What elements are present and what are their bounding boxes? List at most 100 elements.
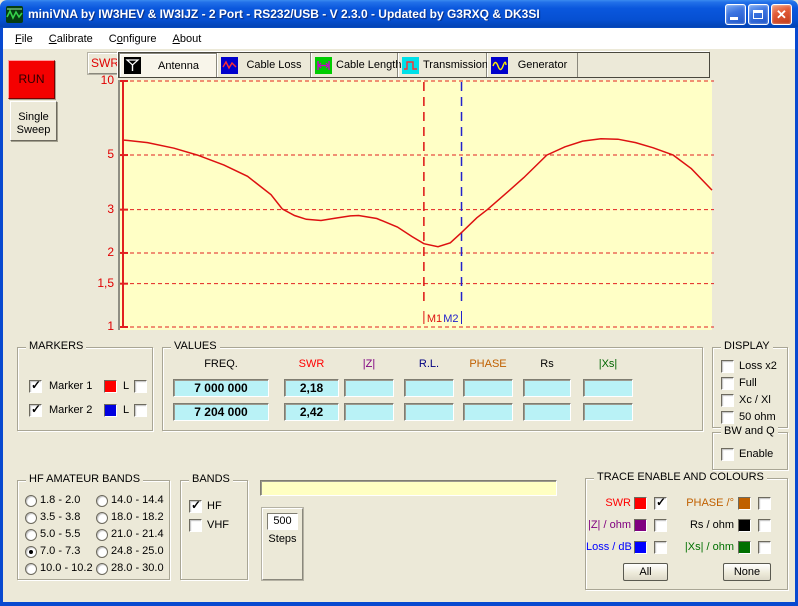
trace-color-swatch[interactable]	[634, 541, 647, 554]
band-vhf-label: VHF	[207, 519, 229, 531]
values-column-header: R.L.	[404, 358, 454, 370]
marker-1-color-swatch[interactable]	[104, 380, 117, 393]
app-window: miniVNA by IW3HEV & IW3IJZ - 2 Port - RS…	[0, 0, 798, 606]
marker-2-l-checkbox[interactable]	[134, 404, 147, 417]
trace-left-label: Loss / dB	[586, 541, 631, 553]
trace-color-swatch[interactable]	[634, 497, 647, 510]
menu-item-configure[interactable]: Configure	[101, 31, 165, 47]
check-icon: ✓	[656, 495, 666, 509]
markers-panel: MARKERS ✓Marker 1L✓Marker 2L	[17, 347, 153, 431]
antenna-icon	[124, 57, 141, 74]
steps-input[interactable]: 500	[267, 513, 298, 530]
value-field-row2-col2[interactable]: 2,42	[284, 403, 339, 421]
value-field-row2-col5[interactable]	[463, 403, 513, 421]
tab-antenna[interactable]: Antenna	[119, 53, 217, 77]
value-field-row1-col7[interactable]	[583, 379, 633, 397]
frequency-range-field[interactable]	[260, 480, 557, 496]
band-hf-checkbox[interactable]: ✓	[189, 500, 202, 513]
tab-transmission[interactable]: Transmission	[398, 53, 487, 77]
y-axis-badge: SWR	[88, 53, 122, 74]
value-field-row2-col7[interactable]	[583, 403, 633, 421]
trace-rs-ohm-checkbox[interactable]	[758, 519, 771, 532]
value-field-row1-col3[interactable]	[344, 379, 394, 397]
value-field-row1-col1[interactable]: 7 000 000	[173, 379, 269, 397]
tab-cable-length[interactable]: Cable Length	[311, 53, 398, 77]
hf-band-label: 5.0 - 5.5	[40, 528, 80, 540]
marker-2-checkbox[interactable]: ✓	[29, 404, 42, 417]
trace-swr-checkbox[interactable]: ✓	[654, 497, 667, 510]
hf-band-label: 1.8 - 2.0	[40, 494, 80, 506]
hf-band-10.0-10.2-radio[interactable]	[25, 563, 37, 575]
minimize-button[interactable]	[725, 4, 746, 25]
y-axis-labels: 105321,51	[86, 80, 114, 330]
value-field-row1-col2[interactable]: 2,18	[284, 379, 339, 397]
trace-left-label: |Z| / ohm	[586, 519, 631, 531]
value-field-row2-col3[interactable]	[344, 403, 394, 421]
value-field-row2-col4[interactable]	[404, 403, 454, 421]
marker-2-label: Marker 2	[49, 404, 92, 416]
display-50-ohm-checkbox[interactable]	[721, 411, 734, 424]
values-column-header: Rs	[523, 358, 571, 370]
bwq-enable-checkbox[interactable]	[721, 448, 734, 461]
run-button[interactable]: RUN	[8, 60, 55, 99]
minimize-icon	[730, 17, 738, 20]
trace-color-swatch[interactable]	[738, 541, 751, 554]
single-sweep-button[interactable]: Single Sweep	[10, 101, 57, 141]
menu-item-calibrate[interactable]: Calibrate	[41, 31, 101, 47]
tab-label: Transmission	[419, 59, 492, 71]
hf-band-21.0-21.4-radio[interactable]	[96, 529, 108, 541]
display-full-checkbox[interactable]	[721, 377, 734, 390]
band-vhf-checkbox[interactable]	[189, 519, 202, 532]
trace--z-ohm-checkbox[interactable]	[654, 519, 667, 532]
values-column-header: SWR	[284, 358, 339, 370]
trace-color-swatch[interactable]	[634, 519, 647, 532]
close-icon: ✕	[772, 6, 791, 23]
swr-chart[interactable]: M1M2	[118, 80, 712, 330]
hf-band-28.0-30.0-radio[interactable]	[96, 563, 108, 575]
hf-band-label: 24.8 - 25.0	[111, 545, 164, 557]
hf-band-1.8-2.0-radio[interactable]	[25, 495, 37, 507]
display-loss-x2-checkbox[interactable]	[721, 360, 734, 373]
window-controls: ✕	[725, 4, 792, 25]
value-field-row1-col4[interactable]	[404, 379, 454, 397]
value-field-row1-col5[interactable]	[463, 379, 513, 397]
bwq-enable-label: Enable	[739, 448, 773, 460]
trace-phase--checkbox[interactable]	[758, 497, 771, 510]
marker-1-checkbox[interactable]: ✓	[29, 380, 42, 393]
transmission-icon	[402, 57, 419, 74]
hf-band-3.5-3.8-radio[interactable]	[25, 512, 37, 524]
tab-cable-loss[interactable]: Cable Loss	[217, 53, 311, 77]
maximize-button[interactable]	[748, 4, 769, 25]
marker-2-color-swatch[interactable]	[104, 404, 117, 417]
trace-color-swatch[interactable]	[738, 519, 751, 532]
hf-band-label: 21.0 - 21.4	[111, 528, 164, 540]
trace-none-button[interactable]: None	[723, 563, 771, 581]
hf-band-7.0-7.3-radio[interactable]	[25, 546, 37, 558]
hf-band-18.0-18.2-radio[interactable]	[96, 512, 108, 524]
menu-item-about[interactable]: About	[165, 31, 210, 47]
close-button[interactable]: ✕	[771, 4, 792, 25]
title-bar[interactable]: miniVNA by IW3HEV & IW3IJZ - 2 Port - RS…	[0, 0, 798, 28]
bw-and-q-title: BW and Q	[721, 425, 778, 437]
y-tick-label: 10	[86, 73, 114, 87]
hf-band-24.8-25.0-radio[interactable]	[96, 546, 108, 558]
menu-item-file[interactable]: File	[7, 31, 41, 47]
trace--xs-ohm-checkbox[interactable]	[758, 541, 771, 554]
svg-text:M1: M1	[427, 313, 442, 325]
display-xc-xl-label: Xc / Xl	[739, 394, 771, 406]
display-xc-xl-checkbox[interactable]	[721, 394, 734, 407]
value-field-row2-col1[interactable]: 7 204 000	[173, 403, 269, 421]
tab-generator[interactable]: Generator	[487, 53, 578, 77]
hf-band-label: 14.0 - 14.4	[111, 494, 164, 506]
hf-band-5.0-5.5-radio[interactable]	[25, 529, 37, 541]
value-field-row1-col6[interactable]	[523, 379, 571, 397]
values-column-header: FREQ.	[173, 358, 269, 370]
trace-color-swatch[interactable]	[738, 497, 751, 510]
hf-band-label: 28.0 - 30.0	[111, 562, 164, 574]
trace-all-button[interactable]: All	[623, 563, 668, 581]
value-field-row2-col6[interactable]	[523, 403, 571, 421]
hf-band-14.0-14.4-radio[interactable]	[96, 495, 108, 507]
tab-label: Antenna	[141, 60, 216, 72]
marker-1-l-checkbox[interactable]	[134, 380, 147, 393]
trace-loss-db-checkbox[interactable]	[654, 541, 667, 554]
